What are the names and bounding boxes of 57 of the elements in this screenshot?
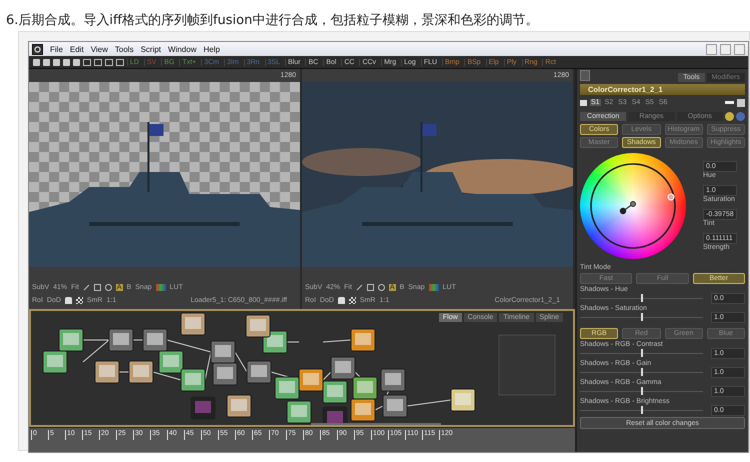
caption-text: 6.后期合成。导入iff格式的序列帧到fusion中进行合成，包括粒子模糊，景深和色彩的调节。 [5,12,540,30]
flow-node[interactable] [212,362,238,386]
rectangle-tool-icon[interactable] [94,284,101,291]
menu-item[interactable]: Help [203,44,220,54]
lock-icon[interactable] [64,297,72,304]
menu-item[interactable]: Window [168,44,196,54]
flow-node[interactable] [352,376,378,400]
flow-node[interactable] [246,360,272,384]
flow-node[interactable] [42,350,68,374]
flow-node[interactable] [262,330,288,354]
flow-node[interactable] [350,328,376,352]
flow-node[interactable] [58,328,84,352]
menu-item[interactable]: Script [140,44,162,54]
flow-node[interactable] [210,340,236,364]
channel-icon[interactable] [156,284,166,291]
flow-node[interactable] [142,328,168,352]
line-tool-icon[interactable] [356,284,362,290]
scrollbar[interactable] [311,423,441,425]
flow-node[interactable] [322,406,348,425]
flow-node[interactable] [382,394,408,418]
checker-icon[interactable] [348,297,356,304]
app-icon[interactable] [32,44,43,54]
connector-line [406,400,452,406]
flow-node[interactable] [380,368,406,392]
flow-node[interactable] [226,394,252,418]
line-tool-icon[interactable] [84,284,90,290]
circle-tool-icon[interactable] [378,284,385,291]
flow-node[interactable] [180,368,206,392]
checker-icon[interactable] [76,297,83,304]
channel-icon[interactable] [428,284,439,291]
flow-node[interactable] [330,356,356,380]
flow-node[interactable] [108,328,134,352]
flow-node[interactable] [350,398,376,422]
flow-node[interactable] [298,368,324,392]
flow-node[interactable] [190,396,216,420]
color-picker-dot[interactable] [668,194,674,200]
connector-line [322,372,332,380]
flow-node[interactable] [322,380,348,404]
flow-node[interactable] [158,350,184,374]
flow-node[interactable] [94,360,120,384]
circle-tool-icon[interactable] [104,284,112,291]
connector-line [322,340,352,342]
menu-item[interactable]: Tools [114,44,134,54]
flow-node[interactable] [180,312,206,336]
flow-node[interactable] [274,376,300,400]
connector-line [152,372,182,380]
connector-line [234,352,248,372]
flow-node[interactable] [450,388,476,412]
menu-item[interactable]: Edit [70,44,84,54]
wheel-handle-drawing[interactable] [620,201,636,214]
menu-item[interactable]: View [90,44,108,54]
flow-node[interactable] [246,314,270,338]
flow-node[interactable] [128,360,154,384]
flow-node[interactable] [286,400,312,424]
rectangle-tool-icon[interactable] [366,284,374,291]
lock-icon[interactable] [338,297,345,304]
menu-item[interactable]: File [50,44,63,54]
